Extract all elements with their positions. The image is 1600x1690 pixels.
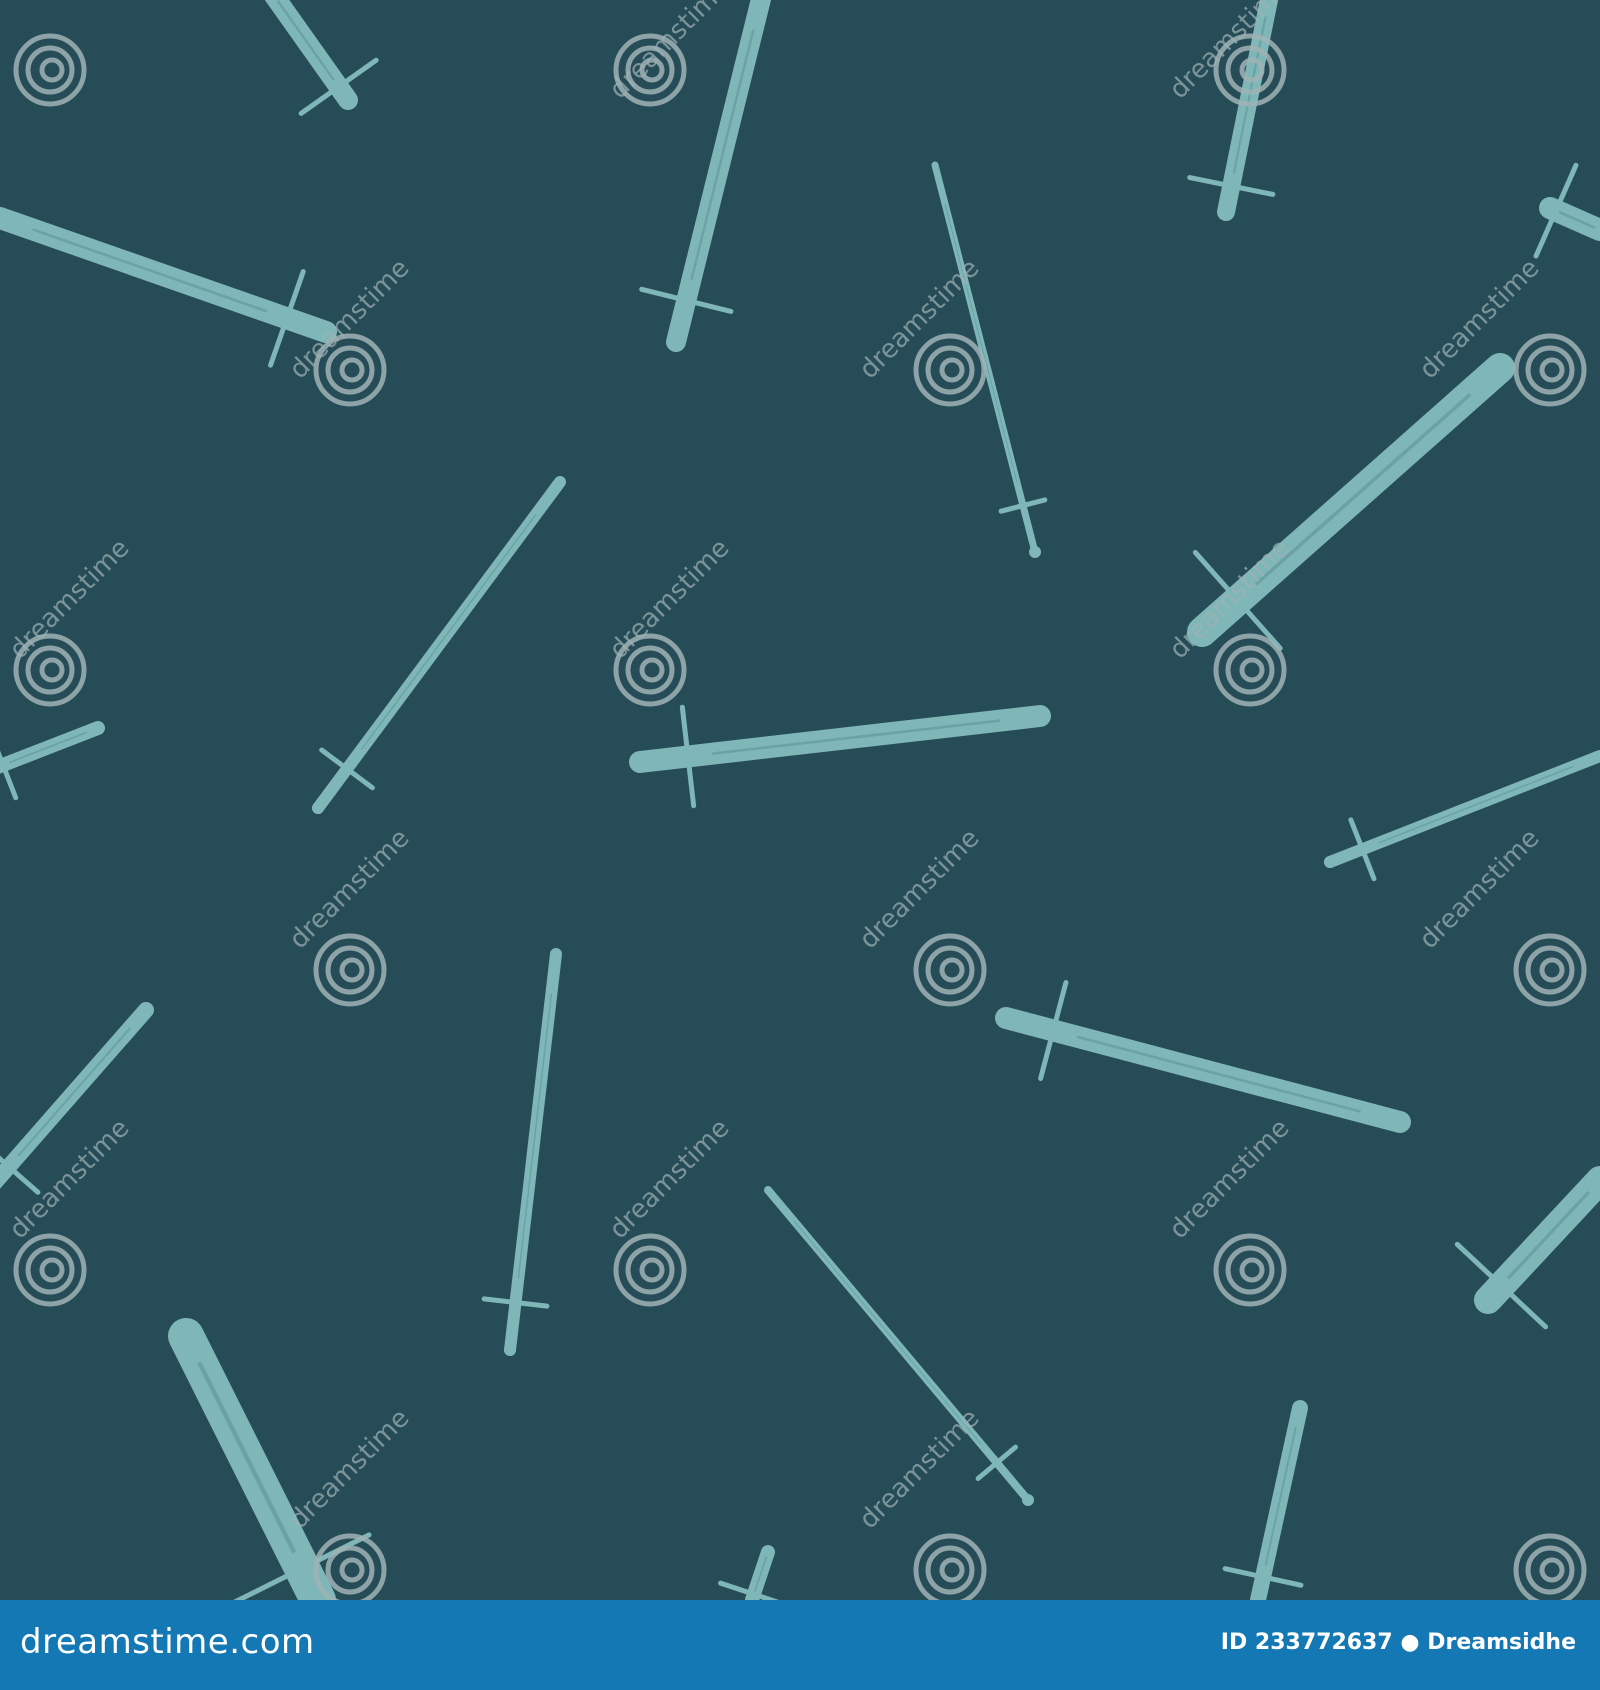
watermark-spiral-icon <box>313 933 387 1007</box>
image-author: Dreamsidhe <box>1427 1630 1576 1655</box>
watermark-text: dreamstime <box>854 253 986 385</box>
sword-1 <box>264 0 379 116</box>
watermark-spiral-icon <box>1513 333 1587 407</box>
sword-6 <box>1533 162 1600 259</box>
watermark-text: dreamstime <box>1414 823 1546 955</box>
sword-pattern: dreamstime dreamstime dreamstime dreamstime… <box>0 0 1600 1600</box>
sword-15 <box>764 1186 1034 1506</box>
watermark-spiral-icon <box>913 333 987 407</box>
sword-8 <box>312 476 566 814</box>
watermark-text: dreamstime <box>1164 1113 1296 1245</box>
sword-18 <box>1222 1400 1308 1600</box>
sword-19 <box>718 1545 780 1600</box>
sword-13 <box>995 980 1411 1133</box>
watermark-spiral-icon <box>913 933 987 1007</box>
footer-bar: dreamstime.com ID 233772637 ● Dreamsidhe <box>0 1600 1600 1690</box>
watermark-spiral-icon <box>1513 933 1587 1007</box>
watermark-spiral-icon <box>1213 633 1287 707</box>
watermark-text: dreamstime <box>284 1403 416 1535</box>
watermark-spiral-icon <box>1513 1533 1587 1600</box>
watermark-spiral-icon <box>913 1533 987 1600</box>
watermark-text: dreamstime <box>854 1403 986 1535</box>
watermark-text: dreamstime <box>1414 253 1546 385</box>
image-id-label: ID 233772637 <box>1220 1630 1393 1655</box>
sword-11 <box>1324 750 1600 882</box>
watermark-spiral-icon <box>13 1233 87 1307</box>
sword-4 <box>0 207 337 368</box>
watermark-spiral-icon <box>13 33 87 107</box>
sword-pattern-svg: dreamstime dreamstime dreamstime dreamstime… <box>0 0 1600 1600</box>
sword-14 <box>481 948 562 1356</box>
footer-image-id: ID 233772637 ● Dreamsidhe <box>1221 1630 1576 1655</box>
image-canvas: dreamstime dreamstime dreamstime dreamstime… <box>0 0 1600 1690</box>
watermark-text: dreamstime <box>604 1113 736 1245</box>
watermark-spiral-icon <box>1213 1233 1287 1307</box>
sword-9 <box>629 704 1051 809</box>
footer-author-icon: ● <box>1400 1630 1420 1655</box>
sword-16 <box>1454 1166 1600 1330</box>
watermark-spiral-icon <box>613 1233 687 1307</box>
watermark-text: dreamstime <box>854 823 986 955</box>
sword-10 <box>0 721 105 801</box>
footer-site-logo[interactable]: dreamstime.com <box>20 1622 315 1662</box>
